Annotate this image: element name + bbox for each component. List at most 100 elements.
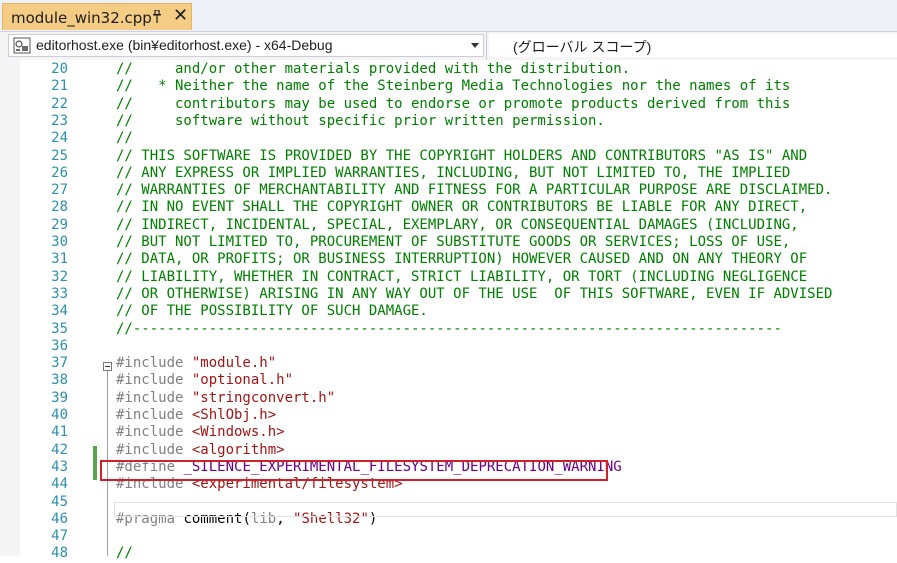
code-line[interactable]: 20 // and/or other materials provided wit… (0, 61, 897, 78)
project-dropdown[interactable]: editorhost.exe (bin¥editorhost.exe) - x6… (8, 34, 484, 57)
code-line[interactable]: 21 // * Neither the name of the Steinberg… (0, 78, 897, 95)
line-number: 30 (51, 234, 68, 250)
code-line[interactable]: 36 (0, 338, 897, 355)
code-token: // LIABILITY, WHETHER IN CONTRACT, STRIC… (116, 268, 808, 285)
code-text: // ANY EXPRESS OR IMPLIED WARRANTIES, IN… (116, 165, 790, 182)
code-token: // and/or other materials provided with … (116, 61, 631, 77)
code-text: #include <Windows.h> (116, 424, 285, 441)
document-tab-strip: module_win32.cpp ✕ (0, 0, 897, 32)
line-number: 31 (51, 251, 68, 268)
line-number: 20 (51, 61, 68, 77)
line-number: 48 (51, 545, 68, 562)
code-line[interactable]: 26 // ANY EXPRESS OR IMPLIED WARRANTIES, … (0, 165, 897, 182)
code-text: // (116, 130, 133, 147)
code-line[interactable]: 27 // WARRANTIES OF MERCHANTABILITY AND F… (0, 182, 897, 199)
code-token: #include (116, 372, 192, 389)
line-number: 22 (51, 95, 68, 112)
code-token: #include (116, 424, 192, 441)
code-line[interactable]: 30 // BUT NOT LIMITED TO, PROCUREMENT OF … (0, 234, 897, 251)
code-text: // WARRANTIES OF MERCHANTABILITY AND FIT… (116, 182, 832, 199)
code-token: // INDIRECT, INCIDENTAL, SPECIAL, EXEMPL… (116, 216, 799, 233)
code-token: // BUT NOT LIMITED TO, PROCUREMENT OF SU… (116, 234, 791, 250)
scope-dropdown[interactable]: (グローバル スコープ) (489, 34, 897, 57)
code-text: // DATA, OR PROFITS; OR BUSINESS INTERRU… (116, 251, 807, 268)
code-line[interactable]: 37 #include "module.h" (0, 355, 897, 372)
code-token: "optional.h" (191, 372, 294, 389)
chevron-down-icon[interactable] (471, 43, 479, 48)
code-line[interactable]: 34 // OF THE POSSIBILITY OF SUCH DAMAGE. (0, 303, 897, 320)
line-number: 25 (51, 147, 68, 164)
annotation-highlight-box (100, 460, 608, 481)
code-token: // contributors may be used to endorse o… (116, 95, 791, 112)
code-token: "module.h" (191, 355, 277, 372)
code-token: "stringconvert.h" (191, 389, 336, 406)
line-number: 21 (51, 78, 68, 95)
code-line[interactable]: 31 // DATA, OR PROFITS; OR BUSINESS INTER… (0, 251, 897, 268)
code-text: // contributors may be used to endorse o… (116, 96, 790, 113)
close-icon[interactable]: ✕ (173, 6, 188, 26)
code-token: // (116, 130, 133, 147)
line-number: 41 (51, 424, 68, 441)
code-text: // * Neither the name of the Steinberg M… (116, 78, 790, 95)
code-token: <ShlObj.h> (191, 407, 277, 423)
code-token: #include (116, 407, 192, 423)
code-line[interactable]: 32 // LIABILITY, WHETHER IN CONTRACT, STR… (0, 269, 897, 286)
code-token: <Windows.h> (191, 424, 285, 441)
code-text: // OR OTHERWISE) ARISING IN ANY WAY OUT … (116, 286, 832, 303)
line-number: 28 (51, 199, 68, 216)
code-token: // software without specific prior writt… (116, 112, 605, 129)
code-text: #include "optional.h" (116, 372, 293, 389)
code-line[interactable]: 47 (0, 528, 897, 545)
pin-icon[interactable] (151, 10, 163, 24)
code-text: // (116, 545, 133, 562)
code-line[interactable]: 39 #include "stringconvert.h" (0, 390, 897, 407)
code-token: // THIS SOFTWARE IS PROVIDED BY THE COPY… (116, 147, 808, 164)
code-line[interactable]: 28 // IN NO EVENT SHALL THE COPYRIGHT OWN… (0, 199, 897, 216)
code-line[interactable]: 25 // THIS SOFTWARE IS PROVIDED BY THE CO… (0, 148, 897, 165)
collapse-icon[interactable] (103, 362, 112, 371)
code-token: // OF THE POSSIBILITY OF SUCH DAMAGE. (116, 303, 428, 320)
code-line[interactable]: 42 #include <algorithm> (0, 442, 897, 459)
code-text: #include <ShlObj.h> (116, 407, 276, 424)
code-line[interactable]: 22 // contributors may be used to endorse… (0, 96, 897, 113)
code-token: // (116, 545, 133, 562)
project-dropdown-value: editorhost.exe (bin¥editorhost.exe) - x6… (36, 37, 333, 53)
line-number: 46 (51, 510, 68, 527)
line-number: 27 (51, 182, 68, 199)
code-text: // THIS SOFTWARE IS PROVIDED BY THE COPY… (116, 148, 807, 165)
code-token: // OR OTHERWISE) ARISING IN ANY WAY OUT … (116, 285, 833, 302)
line-number: 24 (51, 130, 68, 147)
line-number: 26 (51, 164, 68, 181)
line-number: 38 (51, 372, 68, 389)
code-token: // ANY EXPRESS OR IMPLIED WARRANTIES, IN… (116, 164, 791, 181)
code-line[interactable]: 35 //------------------------------------… (0, 321, 897, 338)
code-line[interactable]: 40 #include <ShlObj.h> (0, 407, 897, 424)
code-text: // INDIRECT, INCIDENTAL, SPECIAL, EXEMPL… (116, 217, 799, 234)
project-icon (13, 37, 31, 54)
code-text: //--------------------------------------… (116, 321, 782, 338)
code-line[interactable]: 41 #include <Windows.h> (0, 424, 897, 441)
code-editor[interactable]: 20 // and/or other materials provided wit… (0, 60, 897, 561)
code-line[interactable]: 33 // OR OTHERWISE) ARISING IN ANY WAY OU… (0, 286, 897, 303)
navbar-divider (486, 32, 487, 60)
code-text: #include "module.h" (116, 355, 276, 372)
line-number: 47 (51, 528, 68, 545)
scope-dropdown-value: (グローバル スコープ) (513, 39, 652, 55)
code-line[interactable]: 48 // (0, 545, 897, 562)
line-number: 34 (51, 303, 68, 320)
current-line-indicator (114, 502, 897, 517)
code-line[interactable]: 29 // INDIRECT, INCIDENTAL, SPECIAL, EXEM… (0, 217, 897, 234)
line-number: 42 (51, 441, 68, 458)
tab-title: module_win32.cpp (11, 9, 152, 27)
line-number: 43 (51, 458, 68, 475)
code-token: <algorithm> (191, 441, 285, 458)
line-number: 35 (51, 320, 68, 337)
code-line[interactable]: 23 // software without specific prior wri… (0, 113, 897, 130)
code-token: // WARRANTIES OF MERCHANTABILITY AND FIT… (116, 182, 833, 199)
code-line[interactable]: 38 #include "optional.h" (0, 372, 897, 389)
line-number: 40 (51, 407, 68, 423)
code-line[interactable]: 24 // (0, 130, 897, 147)
navigation-bar: editorhost.exe (bin¥editorhost.exe) - x6… (0, 32, 897, 61)
code-text: // software without specific prior writt… (116, 113, 605, 130)
tab-module-win32-cpp[interactable]: module_win32.cpp ✕ (2, 3, 192, 30)
